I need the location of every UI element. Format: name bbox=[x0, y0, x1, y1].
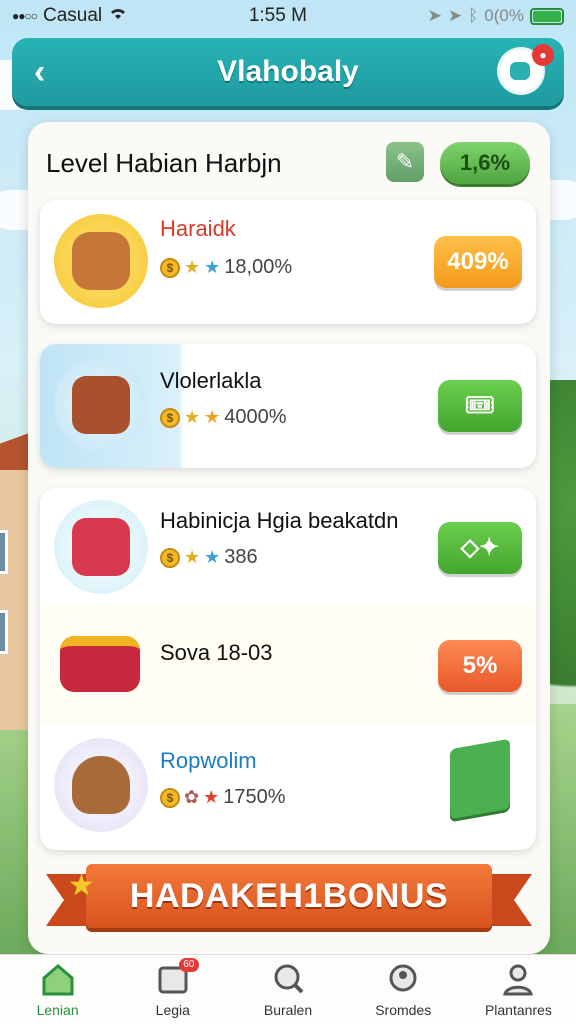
wifi-icon bbox=[108, 5, 128, 27]
ticket-button[interactable]: 🎟 bbox=[438, 380, 522, 432]
list-group: Habinicja Hgia beakatdn $ ★ ★ 386 ◇✦ Sov… bbox=[40, 488, 536, 850]
bear-avatar bbox=[54, 214, 148, 308]
card-stats: $ ✿ ★ 1750% bbox=[160, 786, 286, 809]
card-title: Ropwolim bbox=[160, 748, 257, 773]
list-item[interactable]: Vlolerlakla $ ★ ★ 4000% 🎟 bbox=[40, 344, 536, 468]
nav-item-inbox[interactable]: 60 Legia bbox=[115, 955, 230, 1024]
coin-icon: $ bbox=[160, 787, 180, 808]
stat-value: 18,00% bbox=[224, 256, 293, 278]
card-title: Sova 18-03 bbox=[160, 640, 273, 665]
back-button[interactable]: ‹ bbox=[34, 52, 45, 92]
discount-badge[interactable]: 5% bbox=[438, 640, 522, 692]
navigation-icon: ➤ bbox=[447, 6, 463, 25]
potato-avatar bbox=[54, 738, 148, 832]
progress-pill[interactable]: 1,6% bbox=[440, 142, 530, 184]
diamond-icon: ◇✦ bbox=[460, 534, 500, 561]
coin-icon: $ bbox=[160, 547, 180, 568]
page-title: Vlahobaly bbox=[217, 55, 359, 88]
star-icon: ✿ bbox=[184, 787, 200, 807]
location-icon bbox=[385, 962, 421, 996]
nav-label: Sromdes bbox=[375, 1002, 432, 1018]
crafting-avatar bbox=[54, 358, 148, 452]
star-icon: ★ bbox=[204, 547, 221, 567]
star-icon: ★ bbox=[184, 547, 201, 567]
battery-icon bbox=[529, 7, 564, 25]
nav-badge: 60 bbox=[178, 958, 199, 972]
stat-value: 386 bbox=[224, 546, 258, 568]
bonus-label: HADAKEH1BONUS bbox=[86, 864, 492, 928]
card-stats: $ ★ ★ 386 bbox=[160, 546, 258, 569]
app-header: ‹ Vlahobaly ● bbox=[12, 38, 564, 106]
nav-item-profile[interactable]: Plantanres bbox=[461, 955, 576, 1024]
nav-item-location[interactable]: Sromdes bbox=[346, 955, 461, 1024]
list-item[interactable]: Habinicja Hgia beakatdn $ ★ ★ 386 ◇✦ bbox=[40, 488, 536, 606]
map-card-icon[interactable] bbox=[450, 738, 510, 820]
star-icon: ★ bbox=[203, 787, 220, 807]
bonus-ribbon[interactable]: HADAKEH1BONUS ★ bbox=[46, 864, 532, 936]
card-title: Haraidk bbox=[160, 216, 236, 241]
card-title: Vlolerlakla bbox=[160, 368, 262, 393]
search-icon bbox=[270, 962, 306, 996]
coin-icon: $ bbox=[160, 407, 180, 428]
card-stats: $ ★ ★ 4000% bbox=[160, 406, 287, 429]
list-item[interactable]: Haraidk $ ★ ★ 18,00% 409% bbox=[40, 200, 536, 324]
bottom-nav: Lenian 60 Legia Buralen Sromdes Plantanr… bbox=[0, 954, 576, 1024]
carrier-label: Casual bbox=[43, 5, 103, 26]
nav-label: Legia bbox=[155, 1002, 190, 1018]
edit-button[interactable]: ✎ bbox=[386, 142, 424, 182]
star-icon: ★ bbox=[204, 257, 221, 277]
star-icon: ★ bbox=[184, 257, 201, 277]
card-title: Habinicja Hgia beakatdn bbox=[160, 508, 399, 533]
nav-label: Buralen bbox=[263, 1002, 313, 1018]
nav-label: Lenian bbox=[36, 1002, 79, 1018]
gift-avatar bbox=[54, 500, 148, 594]
battery-percent: 0(0% bbox=[484, 6, 524, 25]
bluetooth-icon: ᛒ bbox=[468, 6, 479, 25]
nav-item-search[interactable]: Buralen bbox=[230, 955, 345, 1024]
pencil-icon: ✎ bbox=[395, 149, 415, 174]
level-panel: Level Habian Harbjn ✎ 1,6% Haraidk $ ★ ★… bbox=[28, 122, 550, 954]
home-icon bbox=[40, 962, 76, 996]
ticket-icon: 🎟 bbox=[464, 392, 496, 419]
stat-value: 4000% bbox=[224, 406, 287, 428]
coin-icon: $ bbox=[160, 257, 180, 278]
inbox-icon: 60 bbox=[155, 958, 199, 996]
notification-badge: ● bbox=[532, 44, 554, 66]
location-arrow-icon: ➤ bbox=[427, 6, 442, 25]
star-icon: ★ bbox=[204, 407, 221, 427]
profile-icon bbox=[500, 962, 536, 996]
card-stats: $ ★ ★ 18,00% bbox=[160, 256, 292, 279]
star-icon: ★ bbox=[184, 407, 201, 427]
list-item[interactable]: Sova 18-03 5% bbox=[40, 606, 536, 724]
present-avatar bbox=[54, 614, 148, 708]
stat-value: 1750% bbox=[223, 786, 286, 808]
star-icon: ★ bbox=[68, 869, 95, 902]
diamond-button[interactable]: ◇✦ bbox=[438, 522, 522, 574]
status-bar: ●●○○ Casual 1:55 M ➤ ➤ ᛒ 0(0% bbox=[0, 0, 576, 32]
panel-title: Level Habian Harbjn bbox=[46, 148, 282, 178]
signal-dots-icon: ●●○○ bbox=[12, 9, 38, 23]
clock: 1:55 M bbox=[248, 5, 307, 26]
list-item[interactable]: Ropwolim $ ✿ ★ 1750% bbox=[40, 724, 536, 846]
nav-item-home[interactable]: Lenian bbox=[0, 955, 115, 1024]
reward-badge[interactable]: 409% bbox=[434, 236, 522, 288]
nav-label: Plantanres bbox=[484, 1002, 552, 1018]
